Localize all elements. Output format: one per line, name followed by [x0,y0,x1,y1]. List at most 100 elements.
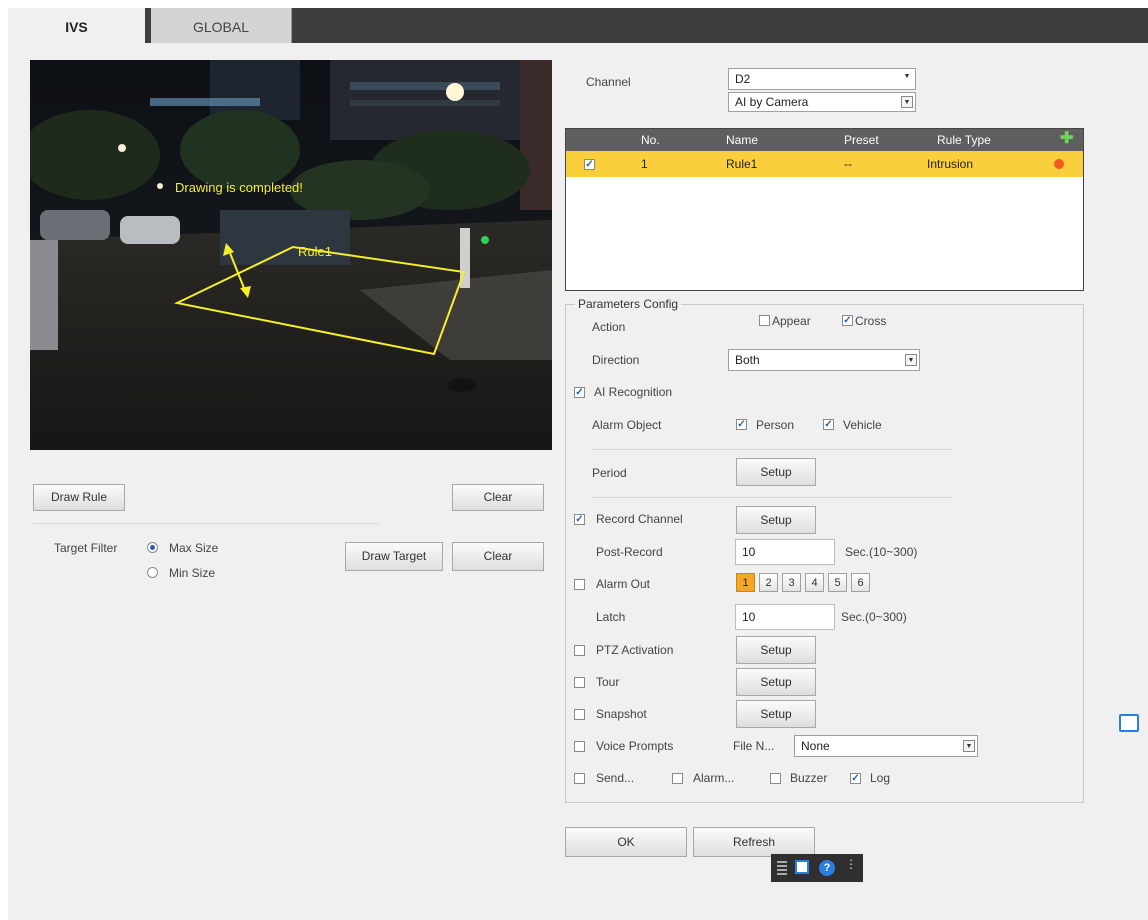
ptz-activation-label: PTZ Activation [596,643,674,657]
max-size-radio[interactable] [147,542,158,553]
rules-table: No. Name Preset Rule Type ✚ ✓ 1 Rule1 --… [565,128,1084,291]
grip-icon[interactable] [777,861,787,875]
appear-checkbox[interactable] [759,315,770,326]
col-name: Name [726,133,759,147]
vehicle-label: Vehicle [843,418,882,432]
rule-preset: -- [844,157,852,171]
latch-input[interactable] [735,604,835,630]
voice-prompts-label: Voice Prompts [596,739,674,753]
log-checkbox[interactable]: ✓ [850,773,861,784]
channel-value: D2 [735,72,751,86]
file-name-label: File N... [733,739,775,753]
tab-bar: IVS GLOBAL [8,8,1148,43]
help-icon[interactable]: ? [819,860,835,876]
channel-label: Channel [586,75,631,89]
delete-rule-icon[interactable] [1054,159,1064,169]
tab-global[interactable]: GLOBAL [151,8,292,43]
alarm-out-channel-1[interactable]: 1 [736,573,755,592]
period-setup-button[interactable]: Setup [736,458,816,486]
cross-label: Cross [855,314,887,328]
rule-checkbox[interactable]: ✓ [584,159,595,170]
rule-label: Rule1 [298,244,332,259]
video-preview[interactable]: Drawing is completed! Rule1 [30,60,552,450]
buzzer-checkbox[interactable] [770,773,781,784]
post-record-input[interactable] [735,539,835,565]
person-checkbox[interactable]: ✓ [736,419,747,430]
cross-checkbox[interactable]: ✓ [842,315,853,326]
table-header: No. Name Preset Rule Type ✚ [566,129,1083,151]
more-icon[interactable]: ⋮ [845,857,857,871]
alarm-out-checkbox[interactable] [574,579,585,590]
log-label: Log [870,771,891,785]
voice-prompts-checkbox[interactable] [574,741,585,752]
ptz-activation-setup-button[interactable]: Setup [736,636,816,664]
alarm-out-channel-2[interactable]: 2 [759,573,778,592]
direction-label: Direction [592,353,640,367]
divider [592,497,952,498]
chevron-down-icon: ▼ [905,354,917,366]
latch-label: Latch [596,610,626,624]
record-channel-checkbox[interactable]: ✓ [574,514,585,525]
ai-recognition-label: AI Recognition [594,385,673,399]
clear-target-button[interactable]: Clear [452,542,544,571]
alarm-label: Alarm... [693,771,735,785]
page: IVS GLOBAL Drawing is completed! Rule1 D… [8,8,1148,920]
col-no: No. [641,133,660,147]
divider [33,523,378,524]
alarm-out-channel-6[interactable]: 6 [851,573,870,592]
alarm-out-channel-4[interactable]: 4 [805,573,824,592]
send-label: Send... [596,771,635,785]
ok-button[interactable]: OK [565,827,687,857]
alarm-out-channel-3[interactable]: 3 [782,573,801,592]
rule-no: 1 [641,157,648,171]
divider [592,449,952,450]
record-channel-label: Record Channel [596,512,683,526]
draw-target-button[interactable]: Draw Target [345,542,443,571]
draw-rule-button[interactable]: Draw Rule [33,484,125,511]
floating-toolbar: ? ⋮ [771,854,863,882]
tab-ivs[interactable]: IVS [8,8,145,43]
target-filter-label: Target Filter [54,541,118,555]
mode-select[interactable]: AI by Camera ▼ [728,92,916,112]
screenshot-icon[interactable] [795,860,809,874]
col-preset: Preset [844,133,879,147]
tour-setup-button[interactable]: Setup [736,668,816,696]
snapshot-setup-button[interactable]: Setup [736,700,816,728]
record-channel-setup-button[interactable]: Setup [736,506,816,534]
period-label: Period [592,466,627,480]
vehicle-checkbox[interactable]: ✓ [823,419,834,430]
col-rule-type: Rule Type [937,133,991,147]
direction-select[interactable]: Both ▼ [728,349,920,371]
send-checkbox[interactable] [574,773,585,784]
rule-type: Intrusion [927,157,974,171]
alarm-out-label: Alarm Out [596,577,651,591]
chevron-down-icon: ▼ [903,73,911,80]
voice-file-value: None [801,739,830,753]
table-row[interactable]: ✓ 1 Rule1 -- Intrusion [566,151,1083,177]
add-rule-icon[interactable]: ✚ [1060,129,1073,151]
ai-recognition-checkbox[interactable]: ✓ [574,387,585,398]
tour-checkbox[interactable] [574,677,585,688]
chevron-down-icon: ▼ [963,740,975,752]
overlay-text: Drawing is completed! [175,180,303,195]
channel-select[interactable]: D2 ▼ [728,68,916,90]
appear-label: Appear [772,314,811,328]
person-label: Person [756,418,795,432]
snapshot-label: Snapshot [596,707,647,721]
min-size-radio[interactable] [147,567,158,578]
screenshot-icon[interactable] [1119,714,1139,732]
alarm-checkbox[interactable] [672,773,683,784]
rule-name: Rule1 [726,157,758,171]
post-record-label: Post-Record [596,545,663,559]
max-size-label: Max Size [169,541,219,555]
refresh-button[interactable]: Refresh [693,827,815,857]
alarm-out-channel-5[interactable]: 5 [828,573,847,592]
ptz-activation-checkbox[interactable] [574,645,585,656]
chevron-down-icon: ▼ [901,96,913,108]
snapshot-checkbox[interactable] [574,709,585,720]
clear-rule-button[interactable]: Clear [452,484,544,511]
mode-value: AI by Camera [735,95,809,109]
voice-file-select[interactable]: None ▼ [794,735,978,757]
action-label: Action [592,320,626,334]
parameters-config-title: Parameters Config [575,297,682,311]
